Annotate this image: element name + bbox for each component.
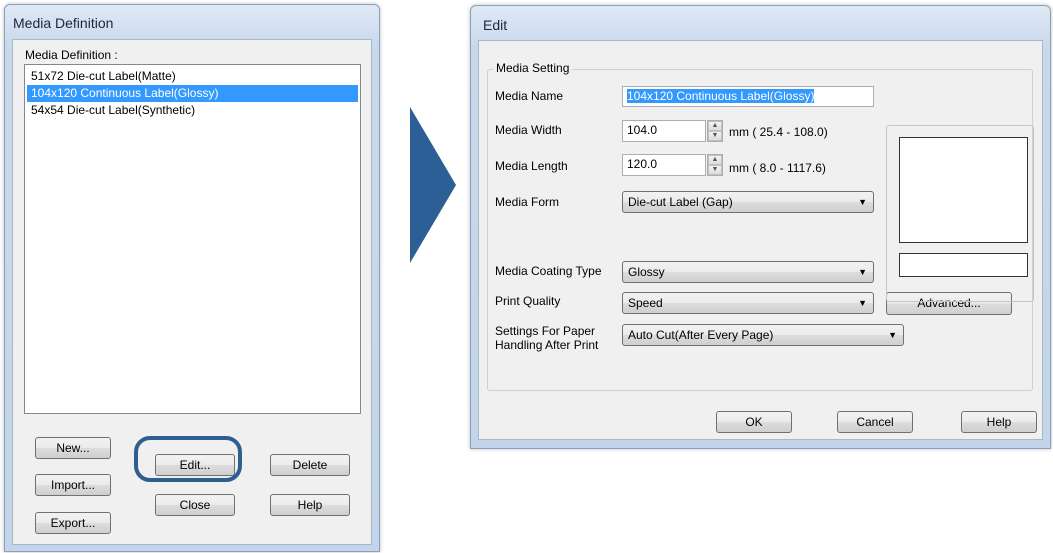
media-name-label: Media Name [495, 89, 564, 103]
dialog-title: Media Definition [13, 15, 114, 31]
media-length-input[interactable]: 120.0 [622, 154, 706, 176]
media-width-label: Media Width [495, 123, 562, 137]
export-button[interactable]: Export... [35, 512, 111, 534]
coating-type-label: Media Coating Type [495, 264, 602, 278]
chevron-down-icon: ▼ [888, 330, 897, 340]
edit-dialog-body: Media Setting Media Name 104x120 Continu… [478, 40, 1043, 440]
print-quality-label: Print Quality [495, 294, 561, 308]
spin-down-icon[interactable]: ▼ [708, 131, 722, 141]
list-item[interactable]: 54x54 Die-cut Label(Synthetic) [27, 102, 358, 119]
media-form-select[interactable]: Die-cut Label (Gap) ▼ [622, 191, 874, 213]
edit-highlight-ring [134, 436, 242, 482]
media-preview-label [899, 137, 1028, 243]
chevron-down-icon: ▼ [858, 267, 867, 277]
media-length-label: Media Length [495, 159, 568, 173]
handling-select[interactable]: Auto Cut(After Every Page) ▼ [622, 324, 904, 346]
media-preview-label-next [899, 253, 1028, 277]
close-button[interactable]: Close [155, 494, 235, 516]
chevron-down-icon: ▼ [858, 298, 867, 308]
media-width-range: mm ( 25.4 - 108.0) [729, 125, 828, 139]
media-width-input[interactable]: 104.0 [622, 120, 706, 142]
import-button[interactable]: Import... [35, 474, 111, 496]
chevron-down-icon: ▼ [858, 197, 867, 207]
delete-button[interactable]: Delete [270, 454, 350, 476]
handling-label-line1: Settings For Paper [495, 324, 596, 338]
ok-button[interactable]: OK [716, 411, 792, 433]
media-length-range: mm ( 8.0 - 1117.6) [729, 161, 826, 175]
media-name-value: 104x120 Continuous Label(Glossy) [627, 89, 815, 103]
arrow-right-icon [410, 107, 456, 263]
list-item[interactable]: 51x72 Die-cut Label(Matte) [27, 68, 358, 85]
media-definition-label: Media Definition : [25, 48, 118, 62]
media-name-input[interactable]: 104x120 Continuous Label(Glossy) [622, 86, 874, 107]
media-form-label: Media Form [495, 195, 560, 209]
list-item-selected[interactable]: 104x120 Continuous Label(Glossy) [27, 85, 358, 102]
media-length-stepper[interactable]: ▲ ▼ [707, 154, 723, 176]
spin-up-icon[interactable]: ▲ [708, 155, 722, 165]
spin-up-icon[interactable]: ▲ [708, 121, 722, 131]
new-button[interactable]: New... [35, 437, 111, 459]
coating-type-select[interactable]: Glossy ▼ [622, 261, 874, 283]
handling-label-line2: Handling After Print [495, 338, 599, 352]
edit-dialog: Edit Media Setting Media Name 104x120 Co… [470, 5, 1051, 449]
help-button[interactable]: Help [270, 494, 350, 516]
edit-dialog-title: Edit [483, 17, 508, 33]
print-quality-select[interactable]: Speed ▼ [622, 292, 874, 314]
media-setting-group-title: Media Setting [493, 61, 573, 75]
help-button[interactable]: Help [961, 411, 1037, 433]
media-definition-list[interactable]: 51x72 Die-cut Label(Matte) 104x120 Conti… [24, 64, 361, 414]
cancel-button[interactable]: Cancel [837, 411, 913, 433]
spin-down-icon[interactable]: ▼ [708, 165, 722, 175]
media-width-stepper[interactable]: ▲ ▼ [707, 120, 723, 142]
